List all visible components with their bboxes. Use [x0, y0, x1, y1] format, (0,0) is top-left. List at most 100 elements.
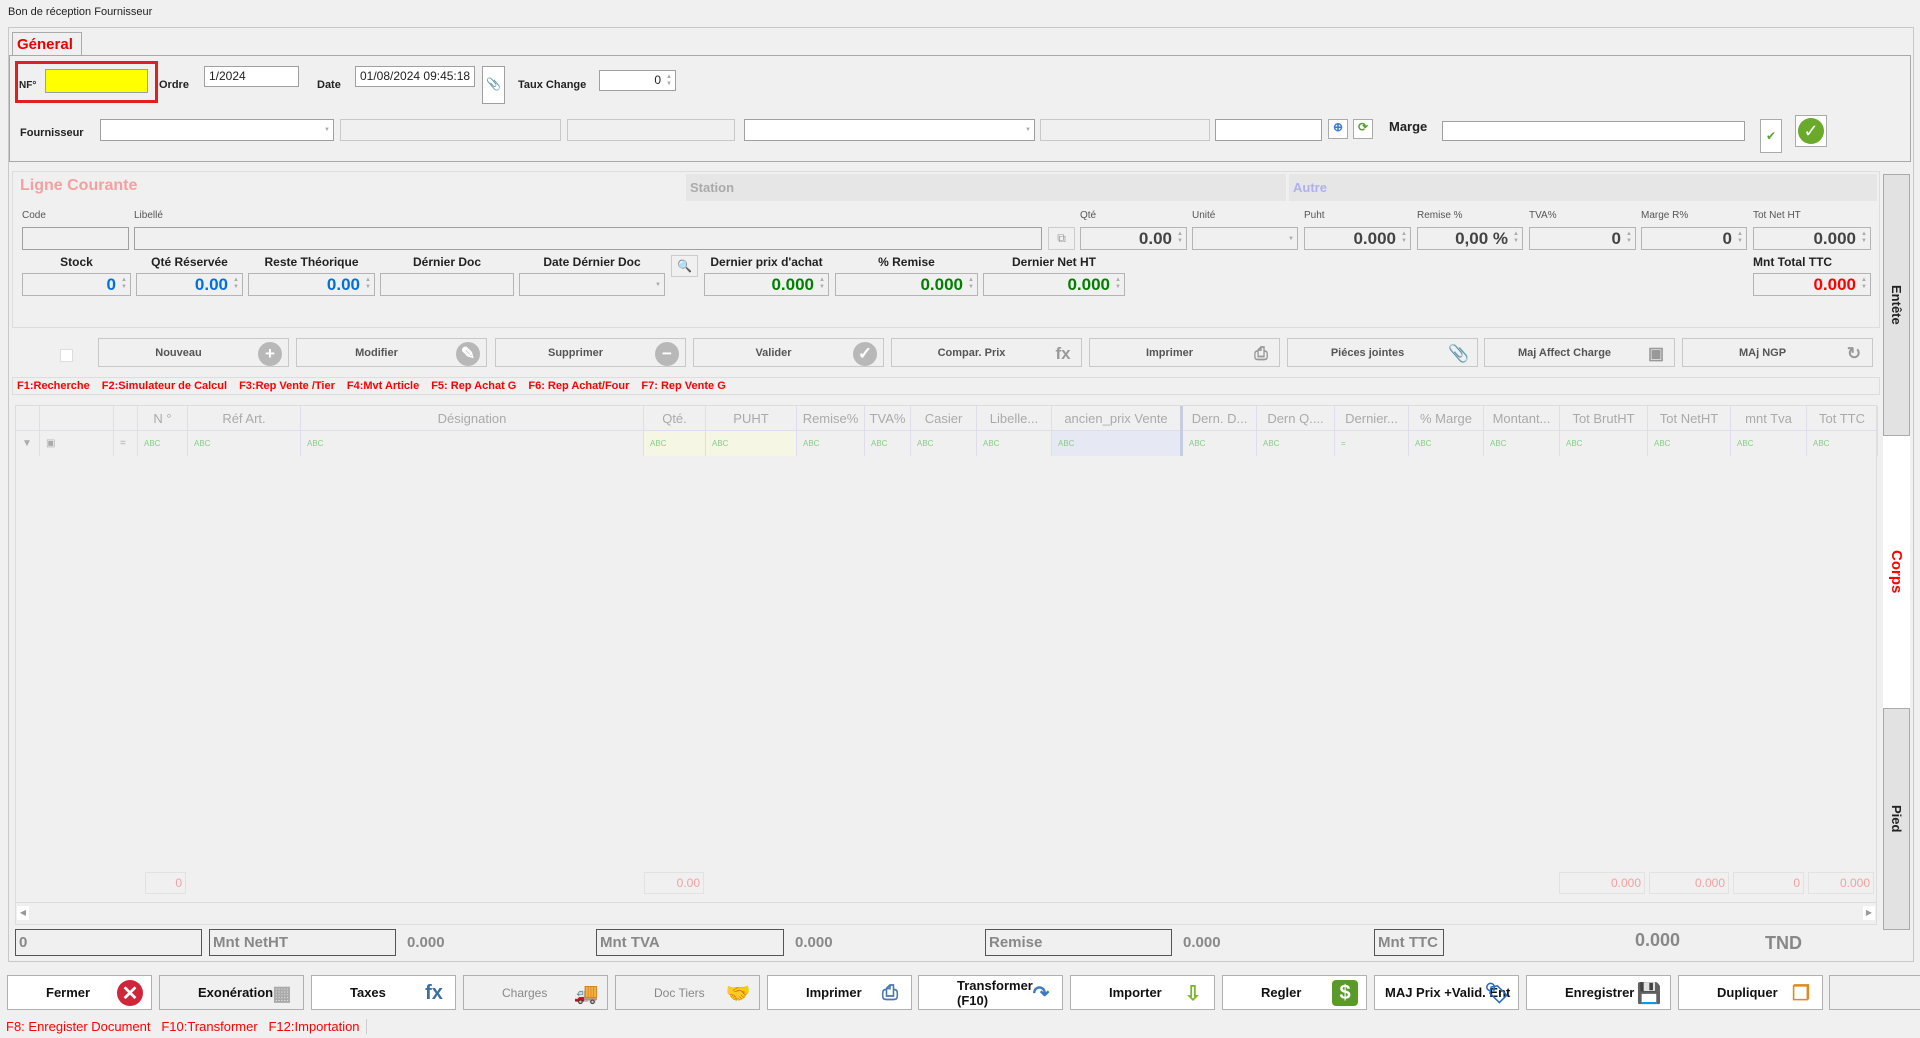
refresh-button[interactable]: ⟳	[1353, 119, 1373, 139]
filter-cell[interactable]: ABC	[1484, 431, 1559, 456]
maj-ngp-button[interactable]: MAj NGP ↻	[1682, 338, 1873, 367]
column-header[interactable]: Dern. D...	[1183, 406, 1256, 431]
column-header[interactable]: % Marge	[1409, 406, 1483, 431]
ordre-input[interactable]: 1/2024	[204, 66, 299, 87]
taxes-button[interactable]: Taxes fx	[311, 975, 456, 1010]
attach-button[interactable]: 📎	[482, 66, 505, 104]
supprimer-button[interactable]: Supprimer −	[495, 338, 686, 367]
spin-arrows-icon[interactable]: ▲ ▼	[1401, 231, 1407, 245]
maj-prix-valid-ent-button[interactable]: MAJ Prix +Valid. Ent 🏷	[1374, 975, 1519, 1010]
open-folder-button[interactable]: 📂	[1829, 975, 1920, 1010]
extra-input[interactable]	[1215, 119, 1322, 141]
column-header[interactable]: Qté.	[644, 406, 705, 431]
column-header[interactable]: N °	[138, 406, 187, 431]
column-header[interactable]: Casier	[911, 406, 976, 431]
column-ref-art[interactable]: Réf Art. ABC	[188, 406, 301, 456]
column-blank[interactable]: ▣	[40, 406, 114, 456]
filter-cell[interactable]: =	[114, 431, 137, 456]
spin-arrows-icon[interactable]: ▲ ▼	[1115, 277, 1121, 291]
column-header[interactable]: Remise%	[797, 406, 864, 431]
filter-cell[interactable]: ABC	[644, 431, 705, 456]
tab-general[interactable]: Géneral	[12, 32, 82, 56]
column-header[interactable]	[114, 406, 137, 431]
column-header[interactable]: Dern Q....	[1257, 406, 1334, 431]
fermer-button[interactable]: Fermer ✕	[7, 975, 152, 1010]
dupliquer-button[interactable]: Dupliquer ❐	[1678, 975, 1823, 1010]
dernier-prix-d-achat-input[interactable]: 0.000 ▲ ▼	[704, 273, 829, 296]
column-header[interactable]: Montant...	[1484, 406, 1559, 431]
qte-reservee-input[interactable]: 0.00 ▲ ▼	[136, 273, 243, 296]
tab-entete[interactable]: Entête	[1883, 174, 1910, 436]
filter-cell[interactable]: ▣	[40, 431, 113, 456]
column-header[interactable]: Désignation	[301, 406, 643, 431]
filter-cell[interactable]: ABC	[1052, 431, 1180, 456]
filter-cell[interactable]: ABC	[1257, 431, 1334, 456]
date-input[interactable]: 01/08/2024 09:45:18	[355, 66, 475, 87]
filter-cell[interactable]: ABC	[706, 431, 796, 456]
column-header[interactable]: PUHT	[706, 406, 796, 431]
filter-cell[interactable]: ABC	[1560, 431, 1647, 456]
tva-input[interactable]: 0 ▲ ▼	[1529, 227, 1636, 250]
column-header[interactable]	[40, 406, 113, 431]
remise-input[interactable]: 0,00 % ▲ ▼	[1417, 227, 1523, 250]
puht-input[interactable]: 0.000 ▲ ▼	[1304, 227, 1411, 250]
filter-cell[interactable]: ABC	[1409, 431, 1483, 456]
column-blank[interactable]: =	[114, 406, 138, 456]
pieces-jointes-button[interactable]: Piéces jointes 📎	[1287, 338, 1478, 367]
filter-cell[interactable]: ABC	[977, 431, 1051, 456]
filter-cell[interactable]: ABC	[1648, 431, 1730, 456]
compar-prix-button[interactable]: Compar. Prix fx	[891, 338, 1082, 367]
column-qte[interactable]: Qté. ABC	[644, 406, 706, 456]
column-n[interactable]: N ° ABC	[138, 406, 188, 456]
fournisseur-combo[interactable]: ▼	[100, 119, 334, 141]
column-header[interactable]: Dernier...	[1335, 406, 1408, 431]
filter-cell[interactable]: =	[1335, 431, 1408, 456]
spin-arrows-icon[interactable]: ▲ ▼	[819, 277, 825, 291]
code-input[interactable]	[22, 227, 129, 250]
nouveau-button[interactable]: Nouveau +	[98, 338, 289, 367]
horizontal-scrollbar[interactable]: ◀ ▶	[15, 902, 1877, 922]
column-header[interactable]: Tot BrutHT	[1560, 406, 1647, 431]
column-dern-d[interactable]: Dern. D... ABC	[1183, 406, 1257, 456]
column-montant[interactable]: Montant... ABC	[1484, 406, 1560, 456]
reste-theorique-input[interactable]: 0.00 ▲ ▼	[248, 273, 375, 296]
date-dernier-doc-input[interactable]: ▼	[519, 273, 665, 296]
filter-cell[interactable]: ABC	[1807, 431, 1877, 456]
secondary-combo[interactable]: ▼	[744, 119, 1035, 141]
imprimer-button[interactable]: Imprimer ⎙	[767, 975, 912, 1010]
filter-cell[interactable]: ABC	[1183, 431, 1256, 456]
column-blank[interactable]: ▼	[16, 406, 40, 456]
imprimer-button[interactable]: Imprimer ⎙	[1089, 338, 1280, 367]
search-button[interactable]: 🔍	[671, 255, 698, 277]
column-tot-netht[interactable]: Tot NetHT ABC	[1648, 406, 1731, 456]
column-designation[interactable]: Désignation ABC	[301, 406, 644, 456]
spin-arrows-icon[interactable]: ▲ ▼	[121, 277, 127, 291]
spin-arrows-icon[interactable]: ▲ ▼	[1177, 231, 1183, 245]
exoneration-button[interactable]: Exonération ▦	[159, 975, 304, 1010]
validate-button[interactable]: ✓	[1795, 115, 1827, 147]
tot-net-ht-input[interactable]: 0.000 ▲ ▼	[1753, 227, 1871, 250]
doc-tiers-button[interactable]: Doc Tiers 🤝	[615, 975, 760, 1010]
marge-input[interactable]	[1442, 121, 1745, 141]
column-marge[interactable]: % Marge ABC	[1409, 406, 1484, 456]
filter-cell[interactable]: ABC	[1731, 431, 1806, 456]
spin-arrows-icon[interactable]: ▲ ▼	[1861, 277, 1867, 291]
importer-button[interactable]: Importer ⇩	[1070, 975, 1215, 1010]
spin-arrows-icon[interactable]: ▲ ▼	[233, 277, 239, 291]
dropdown-arrow-icon[interactable]: ▼	[324, 127, 330, 134]
column-header[interactable]: Tot TTC	[1807, 406, 1877, 431]
column-tot-brutht[interactable]: Tot BrutHT ABC	[1560, 406, 1648, 456]
column-header[interactable]: mnt Tva	[1731, 406, 1806, 431]
column-tva[interactable]: TVA% ABC	[865, 406, 911, 456]
column-remise[interactable]: Remise% ABC	[797, 406, 865, 456]
column-mnt-tva[interactable]: mnt Tva ABC	[1731, 406, 1807, 456]
dropdown-arrow-icon[interactable]: ▼	[1288, 236, 1294, 243]
nf-input[interactable]	[45, 69, 148, 93]
column-header[interactable]	[16, 406, 39, 431]
remise-input[interactable]: 0.000 ▲ ▼	[835, 273, 978, 296]
column-header[interactable]: Réf Art.	[188, 406, 300, 431]
libelle-input[interactable]	[134, 227, 1042, 250]
column-dernier[interactable]: Dernier... =	[1335, 406, 1409, 456]
modifier-button[interactable]: Modifier ✎	[296, 338, 487, 367]
copy-button[interactable]: ⧉	[1048, 227, 1075, 250]
